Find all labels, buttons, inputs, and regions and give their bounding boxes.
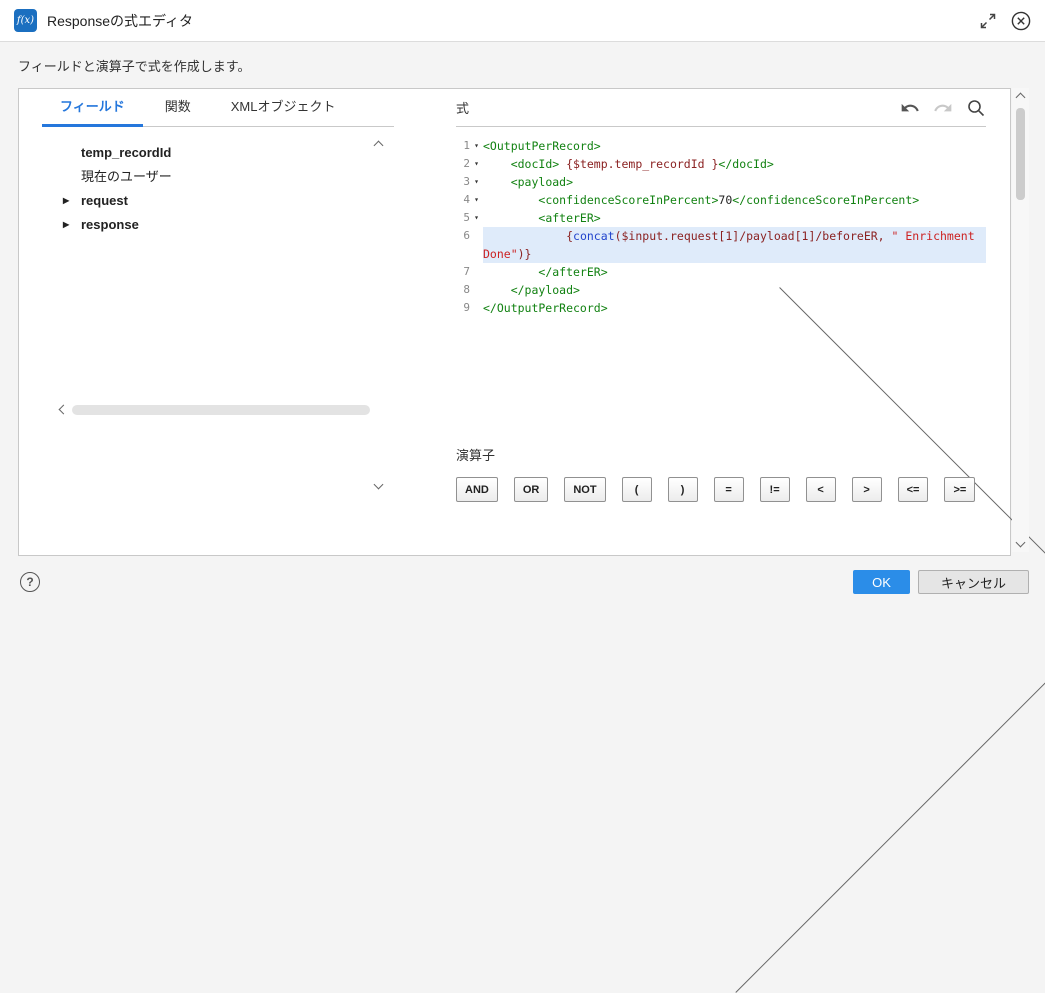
expand-arrow-icon[interactable]: ▶	[63, 189, 69, 213]
operator-button[interactable]: =	[713, 477, 744, 502]
code-text[interactable]: <OutputPerRecord>	[483, 137, 986, 155]
line-number: 3	[463, 175, 470, 188]
vscrollbar-thumb[interactable]	[1016, 108, 1025, 200]
operator-button[interactable]: <	[805, 477, 836, 502]
code-line[interactable]: 3 ▾ <payload>	[456, 173, 986, 191]
dialog-vscrollbar[interactable]	[1012, 88, 1029, 552]
field-list-vscrollbar[interactable]	[371, 137, 387, 493]
expand-arrow-icon[interactable]: ▶	[63, 213, 69, 237]
code-text[interactable]: <confidenceScoreInPercent>70</confidence…	[483, 191, 986, 209]
field-item[interactable]: ▶ request	[19, 189, 359, 213]
close-icon[interactable]	[1011, 11, 1031, 31]
fold-icon[interactable]: ▾	[470, 137, 483, 155]
expression-toolbar	[900, 98, 986, 118]
code-line[interactable]: 6 {concat($input.request[1]/payload[1]/b…	[456, 227, 986, 263]
fold-icon[interactable]: ▾	[470, 191, 483, 209]
window-actions	[979, 11, 1031, 31]
tab-3[interactable]: XMLオブジェクト	[213, 89, 354, 126]
operator-button[interactable]: )	[667, 477, 698, 502]
field-item[interactable]: 現在のユーザー	[19, 165, 359, 189]
code-line[interactable]: 1 ▾ <OutputPerRecord>	[456, 137, 986, 155]
field-item[interactable]: temp_recordId	[19, 141, 359, 165]
code-text[interactable]: </OutputPerRecord>	[483, 299, 986, 317]
hscrollbar-thumb[interactable]	[72, 405, 370, 415]
dialog-title: Responseの式エディタ	[47, 12, 194, 29]
scroll-up-icon[interactable]	[373, 140, 384, 151]
scroll-down-icon[interactable]	[373, 479, 384, 490]
field-label: request	[81, 193, 128, 208]
maximize-icon[interactable]	[979, 12, 997, 30]
code-text[interactable]: <afterER>	[483, 209, 986, 227]
expression-section: 式 1 ▾ <OutputPerRecord> 2 ▾ <docId> {$te…	[456, 89, 986, 557]
help-icon[interactable]: ?	[20, 572, 40, 592]
cancel-button[interactable]: キャンセル	[917, 570, 1029, 594]
expression-header: 式	[456, 89, 986, 127]
fold-icon[interactable]: ▾	[470, 155, 483, 173]
code-line[interactable]: 8 </payload>	[456, 281, 986, 299]
editor-panel: フィールド 関数 XMLオブジェクト temp_recordId 現在のユーザー ▶ re…	[18, 88, 1045, 993]
expression-code-editor[interactable]: 1 ▾ <OutputPerRecord> 2 ▾ <docId> {$temp.tem…	[456, 137, 986, 317]
code-line[interactable]: 7 </afterER>	[456, 263, 986, 281]
operator-button[interactable]: NOT	[564, 477, 606, 502]
tab-2[interactable]: 関数	[147, 89, 209, 126]
code-text[interactable]: <docId> {$temp.temp_recordId }</docId>	[483, 155, 986, 173]
field-label: 現在のユーザー	[81, 169, 172, 184]
dialog-header: f(x) Responseの式エディタ	[0, 0, 1045, 42]
operator-button[interactable]: (	[621, 477, 652, 502]
operators-label: 演算子	[456, 448, 496, 463]
search-icon[interactable]	[966, 98, 986, 118]
code-text[interactable]: <payload>	[483, 173, 986, 191]
scroll-down-icon[interactable]	[1015, 537, 1026, 548]
line-number: 6	[463, 229, 470, 242]
line-number: 8	[463, 283, 470, 296]
code-text[interactable]: </payload>	[483, 281, 986, 299]
fold-icon[interactable]: ▾	[470, 173, 483, 191]
field-label: response	[81, 217, 139, 232]
field-list: temp_recordId 現在のユーザー ▶ request ▶ response	[19, 141, 359, 237]
scroll-left-icon[interactable]	[58, 404, 69, 415]
redo-icon[interactable]	[933, 98, 953, 118]
field-list-hscrollbar[interactable]	[56, 287, 1045, 993]
operator-button[interactable]: AND	[456, 477, 498, 502]
ok-button[interactable]: OK	[852, 570, 910, 594]
line-number: 4	[463, 193, 470, 206]
line-number: 2	[463, 157, 470, 170]
help-glyph: ?	[26, 575, 34, 589]
line-number: 9	[463, 301, 470, 314]
operator-buttons: AND OR NOT () = != < > <= >=	[456, 477, 976, 502]
left-tabs: フィールド 関数 XMLオブジェクト	[42, 89, 394, 127]
expression-label: 式	[456, 101, 470, 116]
code-line[interactable]: 5 ▾ <afterER>	[456, 209, 986, 227]
undo-icon[interactable]	[900, 98, 920, 118]
field-item[interactable]: ▶ response	[19, 213, 359, 237]
fold-icon[interactable]: ▾	[470, 209, 483, 227]
operator-button[interactable]: >=	[944, 477, 976, 502]
code-text[interactable]: </afterER>	[483, 263, 986, 281]
dialog-subtitle: フィールドと演算子で式を作成します。	[18, 59, 251, 74]
scroll-up-icon[interactable]	[1015, 92, 1026, 103]
code-line[interactable]: 4 ▾ <confidenceScoreInPercent>70</confide…	[456, 191, 986, 209]
code-text[interactable]: {concat($input.request[1]/payload[1]/bef…	[483, 227, 986, 263]
line-number: 7	[463, 265, 470, 278]
footer-buttons: OK キャンセル	[852, 570, 1029, 594]
fx-icon: f(x)	[14, 9, 37, 32]
line-number: 1	[463, 139, 470, 152]
operator-button[interactable]: !=	[759, 477, 790, 502]
line-number: 5	[463, 211, 470, 224]
code-line[interactable]: 9 </OutputPerRecord>	[456, 299, 986, 317]
operator-button[interactable]: >	[851, 477, 882, 502]
operator-button[interactable]: <=	[897, 477, 929, 502]
code-line[interactable]: 2 ▾ <docId> {$temp.temp_recordId }</docId…	[456, 155, 986, 173]
operator-button[interactable]: OR	[513, 477, 549, 502]
tab-1[interactable]: フィールド	[42, 89, 143, 127]
field-label: temp_recordId	[81, 145, 172, 160]
